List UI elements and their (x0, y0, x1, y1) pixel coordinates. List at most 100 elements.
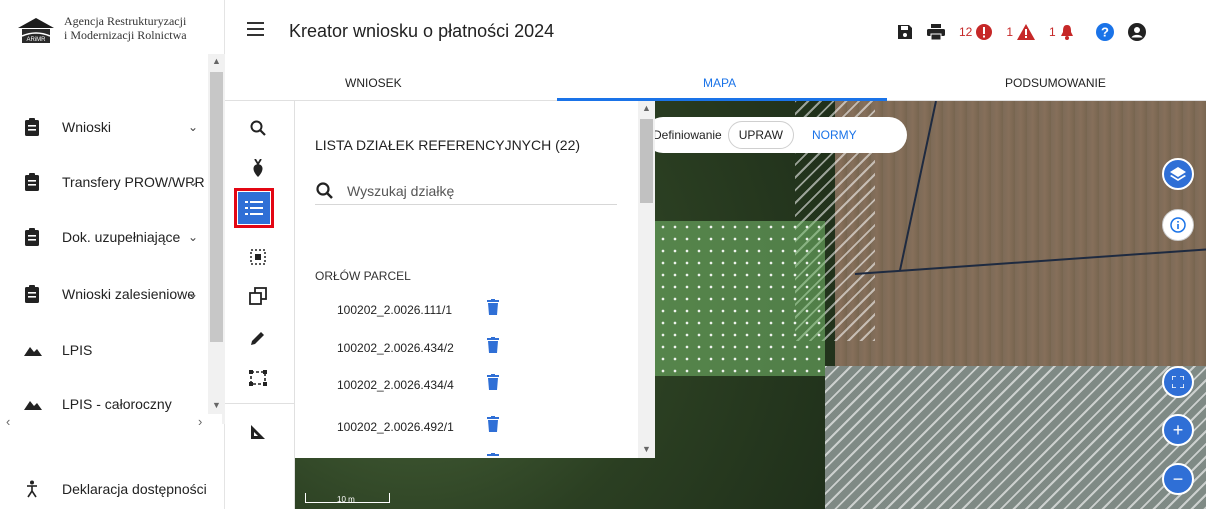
delete-icon[interactable] (487, 299, 499, 315)
delete-icon[interactable] (487, 453, 499, 458)
parcel-search (315, 177, 617, 205)
sidebar-item-accessibility[interactable]: Deklaracja dostępności (0, 474, 208, 504)
delete-icon[interactable] (487, 416, 499, 432)
measure-icon (251, 425, 265, 439)
help-icon: ? (1095, 23, 1114, 41)
map-selected-parcel[interactable] (645, 221, 825, 376)
draw-tool-button[interactable] (243, 323, 273, 353)
scroll-down-icon[interactable]: ▼ (212, 400, 221, 410)
parcel-group-label: ORŁÓW PARCEL (315, 269, 411, 283)
definition-mode-toggle: Definiowanie UPRAW NORMY (645, 117, 907, 153)
copy-geometry-tool-button[interactable] (243, 281, 273, 311)
parcel-id: 100202_2.0026.434/2 (337, 341, 454, 355)
scroll-down-icon[interactable]: ▼ (642, 444, 651, 454)
main-tabs: WNIOSEK MAPA PODSUMOWANIE (225, 64, 1206, 101)
chevron-down-icon[interactable]: ⌄ (188, 230, 198, 244)
sidebar-item-label: LPIS (62, 342, 93, 358)
delete-icon[interactable] (487, 374, 499, 390)
layers-button[interactable] (1162, 158, 1194, 190)
scroll-left-icon[interactable]: ‹ (6, 414, 10, 429)
zoom-out-icon: − (1172, 468, 1184, 489)
header-actions: 12 1 1 ? (897, 20, 1160, 44)
warning-count: 1 (1006, 25, 1014, 39)
list-item[interactable]: 100202_2.0026.492/1 (337, 416, 597, 440)
mode-upraw-button[interactable]: UPRAW (727, 121, 794, 149)
crop-tool-button[interactable] (243, 153, 273, 183)
agency-name: Agencja Restrukturyzacji i Modernizacji … (64, 14, 187, 42)
info-button[interactable] (1162, 209, 1194, 241)
page-title: Kreator wniosku o płatności 2024 (289, 21, 555, 41)
warnings-indicator[interactable]: 1 (1006, 24, 1036, 40)
svg-text:?: ? (1101, 25, 1109, 40)
delete-icon[interactable] (487, 337, 499, 353)
sidebar-item-label: Deklaracja dostępności (62, 481, 207, 497)
user-account-button[interactable] (1127, 23, 1146, 41)
map-hatched-parcel (825, 366, 1206, 509)
warning-icon (1017, 24, 1036, 40)
info-icon (1170, 217, 1186, 233)
menu-icon[interactable] (247, 22, 264, 36)
parcel-id: 100202_2.0026.111/1 (337, 303, 453, 317)
panel-scrollbar[interactable]: ▲ ▼ (638, 101, 655, 458)
scroll-right-icon[interactable]: › (198, 414, 202, 429)
errors-indicator[interactable]: 12 (959, 24, 993, 40)
sidebar-item-label: LPIS - całoroczny (62, 396, 172, 412)
sidebar-item-label: Wnioski zalesieniowe (62, 286, 196, 302)
sidebar-item-wnioski-zalesieniowe[interactable]: Wnioski zalesieniowe ⌄ (0, 279, 208, 309)
sidebar-item-label: Dok. uzupełniające (62, 229, 181, 245)
rectangle-tool-button[interactable] (243, 363, 273, 393)
zoom-in-button[interactable]: + (1162, 414, 1194, 446)
list-item[interactable]: 100202_2.0026.434/4 (337, 374, 597, 398)
layers-icon (1170, 167, 1186, 181)
tab-wniosek[interactable]: WNIOSEK (345, 76, 402, 90)
tab-podsumowanie[interactable]: PODSUMOWANIE (1005, 76, 1106, 90)
mountain-icon (24, 347, 42, 356)
save-button[interactable] (897, 24, 913, 40)
scroll-up-icon[interactable]: ▲ (642, 103, 651, 113)
error-icon (976, 24, 993, 40)
chevron-down-icon[interactable]: ⌄ (188, 287, 198, 301)
chevron-down-icon[interactable]: ⌄ (188, 175, 198, 189)
beet-icon (253, 159, 263, 177)
zoom-out-button[interactable]: − (1162, 463, 1194, 495)
scroll-up-icon[interactable]: ▲ (212, 56, 221, 66)
definition-mode-label: Definiowanie (653, 128, 722, 142)
sidebar: ARiMR Agencja Restrukturyzacji i Moderni… (0, 0, 225, 509)
list-item-partial[interactable] (337, 453, 597, 458)
fullscreen-button[interactable] (1162, 366, 1194, 398)
sidebar-scrollbar[interactable]: ▲ ▼ (208, 54, 225, 424)
notification-count: 1 (1049, 25, 1056, 39)
panel-title: LISTA DZIAŁEK REFERENCYJNYCH (22) (315, 137, 581, 153)
sidebar-horizontal-scrollbar[interactable]: ‹ › (0, 414, 222, 430)
clipboard-icon (25, 228, 39, 246)
error-count: 12 (959, 25, 973, 39)
search-tool-button[interactable] (243, 113, 273, 143)
parcel-list-tool-button[interactable] (234, 188, 274, 228)
copy-geometry-icon (249, 287, 267, 305)
list-item[interactable]: 100202_2.0026.111/1 (337, 299, 597, 323)
sidebar-item-wnioski[interactable]: Wnioski ⌄ (0, 112, 208, 142)
panel-scroll-thumb[interactable] (640, 119, 653, 203)
list-item[interactable]: 100202_2.0026.434/2 (337, 337, 597, 361)
sidebar-item-dok-uzupelniajace[interactable]: Dok. uzupełniające ⌄ (0, 222, 208, 252)
sidebar-item-lpis[interactable]: LPIS (0, 335, 208, 365)
chevron-down-icon[interactable]: ⌄ (188, 120, 198, 134)
arimr-logo-icon: ARiMR (16, 14, 56, 44)
list-icon (245, 201, 263, 215)
help-button[interactable]: ? (1095, 23, 1114, 41)
notifications-indicator[interactable]: 1 (1049, 24, 1074, 40)
mode-normy-button[interactable]: NORMY (812, 128, 857, 142)
reference-parcel-list-panel: LISTA DZIAŁEK REFERENCYJNYCH (22) ORŁÓW … (295, 101, 655, 458)
app-root: ARiMR Agencja Restrukturyzacji i Moderni… (0, 0, 1206, 509)
measure-tool-button[interactable] (243, 417, 273, 447)
sidebar-item-transfery[interactable]: Transfery PROW/WPR ⌄ (0, 167, 208, 197)
parcel-search-input[interactable] (347, 182, 607, 199)
print-button[interactable] (927, 24, 945, 40)
parcel-id: 100202_2.0026.492/1 (337, 420, 454, 434)
select-area-tool-button[interactable] (243, 242, 273, 272)
tab-mapa[interactable]: MAPA (703, 76, 736, 90)
agency-logo[interactable]: ARiMR Agencja Restrukturyzacji i Moderni… (16, 14, 187, 44)
accessibility-icon (27, 480, 37, 498)
toolbar-divider (225, 403, 295, 404)
sidebar-scroll-thumb[interactable] (210, 72, 223, 342)
